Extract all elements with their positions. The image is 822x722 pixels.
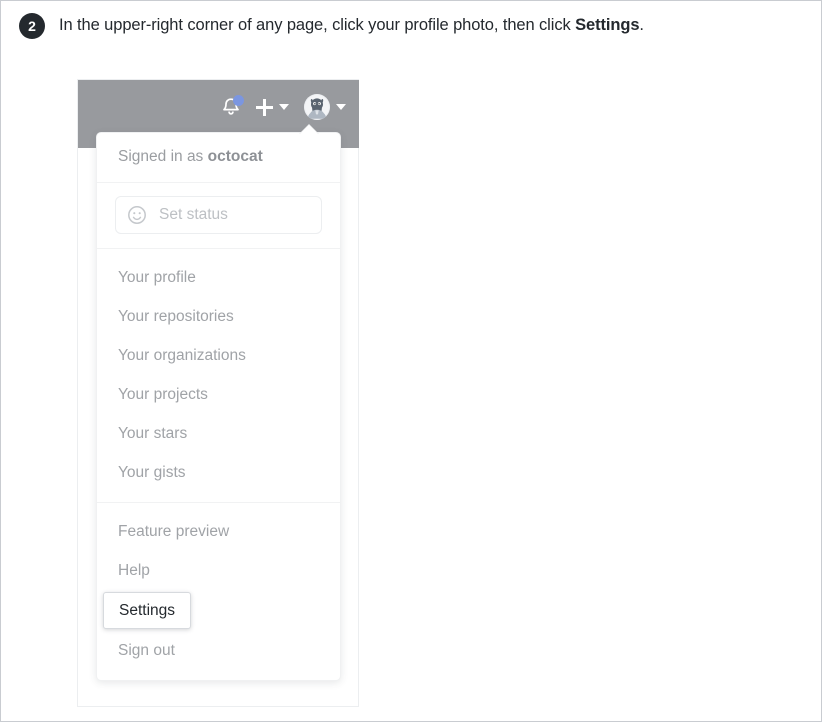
notifications-bell-icon bbox=[221, 95, 244, 118]
set-status-placeholder: Set status bbox=[159, 206, 228, 223]
plus-icon bbox=[256, 98, 273, 116]
notifications-button[interactable] bbox=[221, 93, 244, 121]
menu-item-your-projects[interactable]: Your projects bbox=[97, 375, 340, 414]
set-status-section: Set status bbox=[97, 183, 340, 248]
menu-item-your-organizations[interactable]: Your organizations bbox=[97, 336, 340, 375]
signed-in-username: octocat bbox=[207, 148, 263, 165]
menu-item-settings[interactable]: Settings bbox=[103, 592, 192, 629]
menu-item-your-profile[interactable]: Your profile bbox=[97, 258, 340, 297]
instruction-text-before: In the upper-right corner of any page, c… bbox=[59, 16, 576, 34]
chevron-down-icon bbox=[279, 104, 289, 110]
menu-group-primary: Your profile Your repositories Your orga… bbox=[97, 249, 340, 502]
menu-item-your-gists[interactable]: Your gists bbox=[97, 453, 340, 492]
instruction-text: In the upper-right corner of any page, c… bbox=[59, 12, 644, 38]
screenshot-page: 2 In the upper-right corner of any page,… bbox=[0, 0, 822, 722]
profile-menu-button[interactable] bbox=[304, 93, 346, 121]
octocat-avatar-glyph bbox=[304, 94, 330, 120]
signed-in-prefix: Signed in as bbox=[118, 148, 204, 165]
set-status-button[interactable]: Set status bbox=[115, 196, 322, 234]
menu-item-your-stars[interactable]: Your stars bbox=[97, 414, 340, 453]
menu-item-help[interactable]: Help bbox=[97, 551, 340, 590]
header-icon-group bbox=[206, 92, 346, 122]
menu-item-your-repositories[interactable]: Your repositories bbox=[97, 297, 340, 336]
instruction-text-after: . bbox=[639, 16, 644, 34]
signed-in-label: Signed in as octocat bbox=[97, 133, 340, 182]
smiley-icon bbox=[128, 206, 146, 224]
create-new-button[interactable] bbox=[256, 93, 289, 121]
menu-item-feature-preview[interactable]: Feature preview bbox=[97, 512, 340, 551]
unread-indicator-dot bbox=[233, 95, 244, 106]
embedded-screenshot-frame: Signed in as octocat Set status Your pro… bbox=[77, 79, 359, 707]
profile-dropdown-menu: Signed in as octocat Set status Your pro… bbox=[96, 124, 341, 681]
instruction-emphasis: Settings bbox=[575, 16, 640, 34]
menu-group-secondary: Feature preview Help Settings Sign out bbox=[97, 503, 340, 680]
menu-item-sign-out[interactable]: Sign out bbox=[97, 631, 340, 670]
avatar bbox=[304, 94, 330, 120]
menu-item-settings-row: Settings bbox=[97, 590, 340, 631]
chevron-down-icon bbox=[336, 104, 346, 110]
instruction-row: 2 In the upper-right corner of any page,… bbox=[19, 12, 809, 39]
dropdown-arrow bbox=[300, 125, 318, 134]
step-number-badge: 2 bbox=[19, 13, 45, 39]
